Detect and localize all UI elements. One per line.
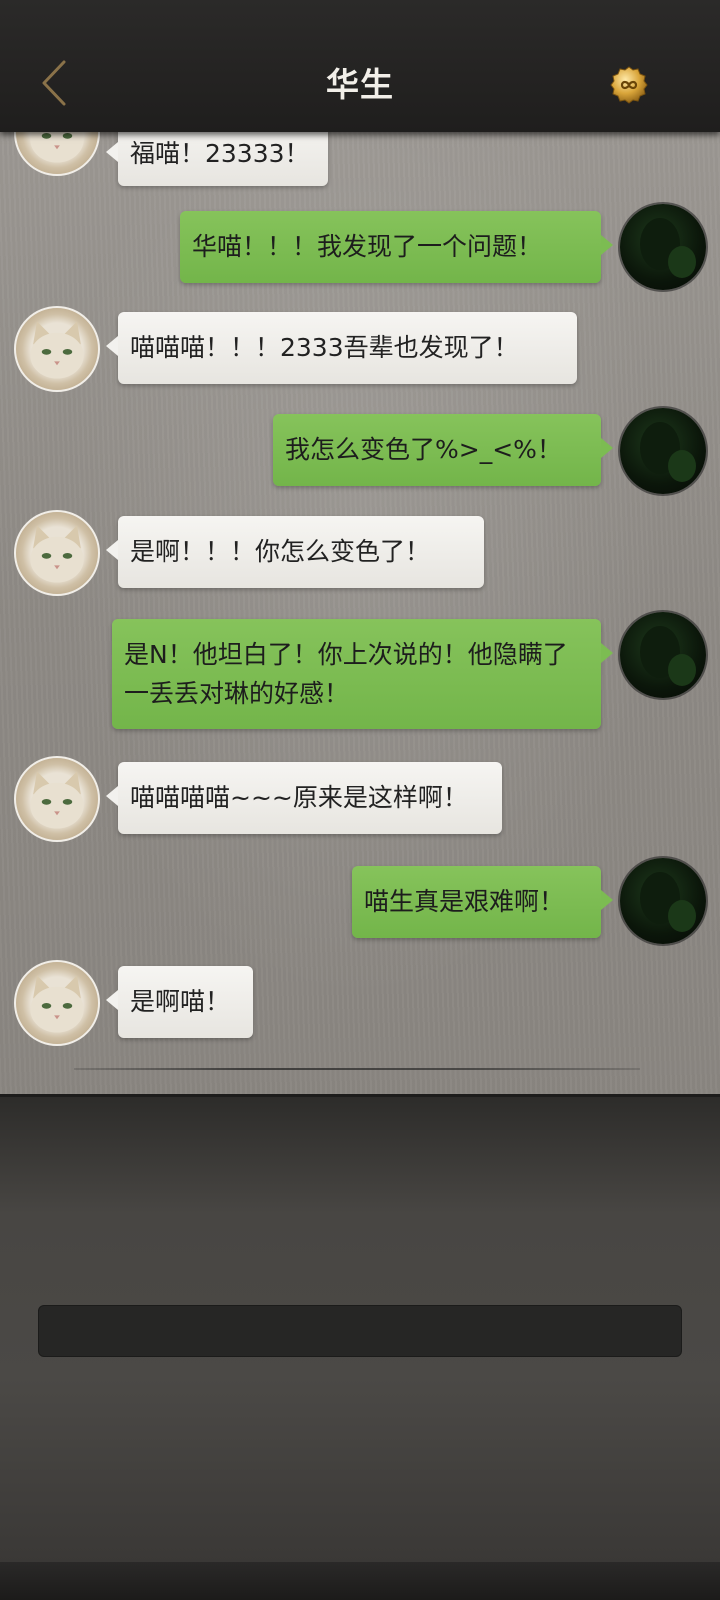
user-avatar[interactable] [620,612,706,698]
footer-strip [0,1562,720,1600]
message-bubble-left[interactable]: 是啊！！！你怎么变色了！ [106,516,484,588]
ink-divider [74,1068,640,1070]
message-bubble-left[interactable]: 福喵！23333！ [106,132,328,186]
message-bubble-right[interactable]: 喵生真是艰难啊！ [352,866,613,938]
user-avatar[interactable] [620,408,706,494]
cat-avatar[interactable] [14,510,100,596]
coin-button[interactable] [610,66,648,104]
message-bubble-left[interactable]: 是啊喵！ [106,966,253,1038]
message-bubble-right[interactable]: 华喵！！！我发现了一个问题！ [180,211,613,283]
message-bubble-left[interactable]: 喵喵喵！！！2333吾辈也发现了！ [106,312,577,384]
message-bubble-left[interactable]: 喵喵喵喵~~~原来是这样啊！ [106,762,502,834]
top-bar: 华生 [0,0,720,132]
cat-avatar[interactable] [14,960,100,1046]
reply-input[interactable] [38,1305,682,1357]
gold-infinity-coin-icon [610,66,648,104]
message-bubble-right[interactable]: 我怎么变色了%>_<%！ [273,414,613,486]
cat-avatar[interactable] [14,756,100,842]
chat-area[interactable]: 福喵！23333！ 华喵！！！我发现了一个问题！ 喵喵喵！！！2333吾辈也发现… [0,132,720,1094]
user-avatar[interactable] [620,204,706,290]
message-bubble-right[interactable]: 是N！他坦白了！你上次说的！他隐瞒了一丢丢对琳的好感！ [112,619,613,729]
user-avatar[interactable] [620,858,706,944]
cat-avatar[interactable] [14,306,100,392]
cat-avatar[interactable] [14,132,100,176]
